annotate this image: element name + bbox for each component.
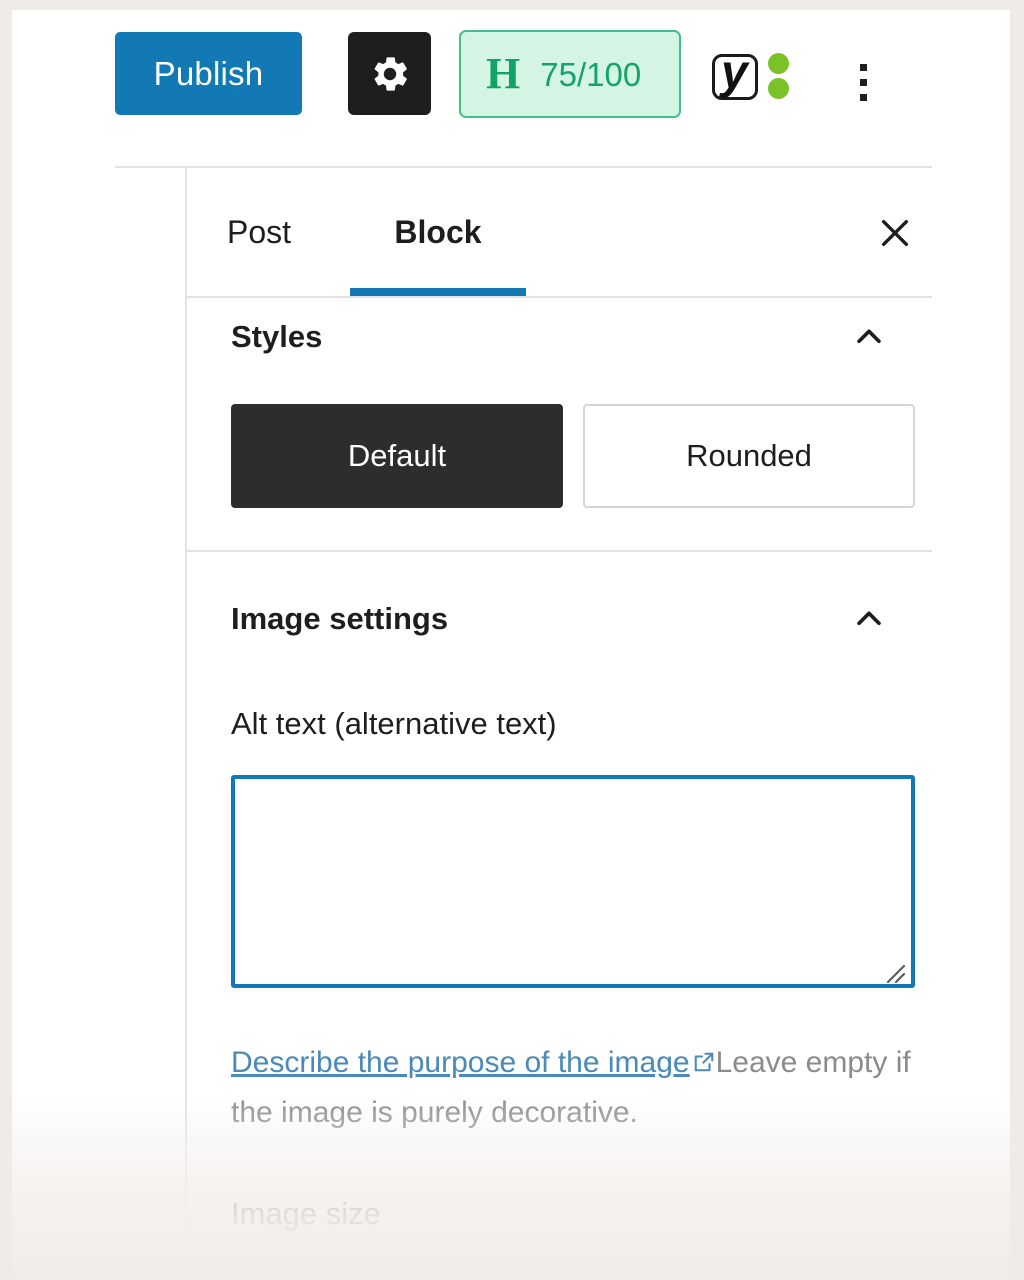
styles-section-title: Styles <box>231 319 323 354</box>
external-link-icon <box>693 1051 715 1073</box>
gear-icon <box>368 52 412 96</box>
describe-purpose-link[interactable]: Describe the purpose of the image <box>231 1046 690 1079</box>
close-icon <box>878 216 912 250</box>
yoast-seo-button[interactable]: y <box>712 48 804 104</box>
score-letter: H <box>486 49 521 98</box>
close-sidebar-button[interactable] <box>864 202 926 264</box>
alt-text-help: Describe the purpose of the image Leave e… <box>231 1038 923 1138</box>
yoast-status-dots-icon <box>768 53 789 99</box>
editor-screen: Publish H 75/100 y Post Block Styles Def… <box>12 10 1010 1280</box>
image-settings-section-title: Image settings <box>231 601 449 636</box>
yoast-letter: y <box>721 46 748 99</box>
chevron-up-icon <box>852 602 886 636</box>
alt-text-input[interactable] <box>231 775 915 988</box>
block-settings-panel: Styles Default Rounded Image settings Al… <box>185 298 932 1280</box>
style-options-group: Default Rounded <box>231 404 915 508</box>
tab-block[interactable]: Block <box>350 168 526 296</box>
yoast-logo-icon: y <box>712 46 762 102</box>
image-size-select[interactable] <box>231 1263 915 1280</box>
sidebar-tabbar: Post Block <box>185 168 932 296</box>
chevron-up-icon <box>852 320 886 354</box>
kebab-menu-icon <box>859 93 867 101</box>
alt-text-label: Alt text (alternative text) <box>231 706 557 741</box>
tab-post[interactable]: Post <box>198 168 320 296</box>
image-settings-section-header[interactable]: Image settings <box>185 580 932 658</box>
more-options-button[interactable] <box>840 52 886 112</box>
kebab-menu-icon <box>859 63 867 71</box>
publish-button[interactable]: Publish <box>115 32 302 115</box>
editor-toolbar: Publish H 75/100 y <box>12 10 1010 157</box>
readability-score-badge[interactable]: H 75/100 <box>459 30 681 118</box>
seo-status-dot <box>768 53 789 74</box>
image-size-label: Image size <box>231 1196 381 1231</box>
styles-section-header[interactable]: Styles <box>185 298 932 376</box>
kebab-menu-icon <box>859 78 867 86</box>
style-option-rounded[interactable]: Rounded <box>583 404 915 508</box>
readability-status-dot <box>768 78 789 99</box>
score-value: 75/100 <box>540 55 642 93</box>
settings-button[interactable] <box>348 32 431 115</box>
style-option-default[interactable]: Default <box>231 404 563 508</box>
